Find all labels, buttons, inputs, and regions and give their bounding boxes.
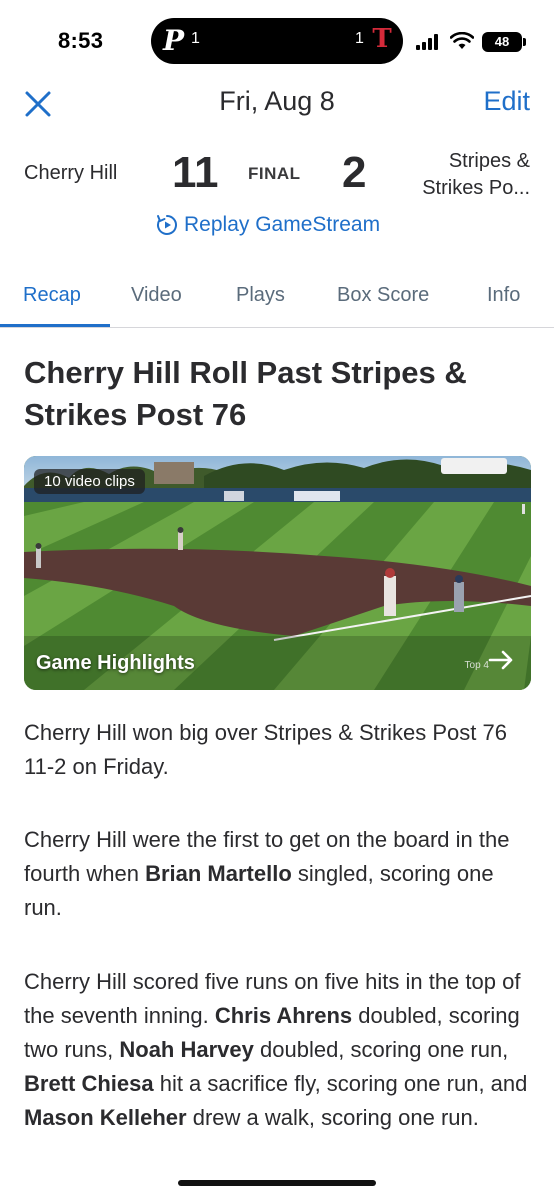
edit-button[interactable]: Edit	[483, 86, 530, 117]
arrow-right-icon	[488, 650, 513, 670]
replay-icon	[157, 215, 177, 235]
player-name[interactable]: Mason Kelleher	[24, 1105, 187, 1130]
video-highlights-card[interactable]: 10 video clips Top 4 Game Highlights	[24, 456, 531, 690]
paragraph-text: hit a sacrifice fly, scoring one run, an…	[153, 1071, 528, 1096]
paragraph-text: doubled, scoring one run,	[253, 1037, 509, 1062]
rangers-logo-icon: T	[372, 24, 392, 54]
scoreboard: Cherry Hill 11 FINAL 2 Stripes & Strikes…	[0, 140, 554, 210]
tab-info[interactable]: Info	[487, 284, 520, 307]
replay-gamestream-button[interactable]: Replay GameStream	[156, 210, 380, 240]
player-name[interactable]: Brett Chiesa	[24, 1071, 154, 1096]
cellular-signal-icon	[416, 34, 442, 50]
away-score: 2	[342, 148, 367, 197]
player-name[interactable]: Chris Ahrens	[215, 1003, 352, 1028]
video-scorebug	[441, 458, 507, 474]
status-time: 8:53	[58, 28, 104, 53]
active-tab-indicator	[0, 324, 110, 327]
home-indicator[interactable]	[178, 1180, 376, 1186]
player-name[interactable]: Noah Harvey	[119, 1037, 254, 1062]
phillies-logo-icon: P	[163, 24, 185, 57]
away-team-line1: Stripes &	[448, 150, 530, 172]
home-score: 11	[172, 148, 219, 197]
game-status: FINAL	[248, 164, 301, 183]
dynamic-island-live-activity[interactable]: P 1 1 T	[151, 18, 403, 64]
paragraph-text: drew a walk, scoring one run.	[186, 1105, 479, 1130]
nav-header: Fri, Aug 8 Edit	[0, 80, 554, 130]
status-bar: 8:53 P 1 1 T 48	[0, 0, 554, 84]
tab-recap[interactable]: Recap	[23, 284, 81, 307]
video-title: Game Highlights	[36, 652, 195, 674]
away-team-name[interactable]: Stripes & Strikes Po...	[390, 148, 530, 202]
tab-plays[interactable]: Plays	[236, 284, 285, 307]
tab-bar: Recap Video Plays Box Score Info	[0, 272, 554, 328]
away-team-line2: Strikes Po...	[422, 177, 530, 199]
article-paragraph-2: Cherry Hill were the first to get on the…	[24, 823, 530, 925]
island-right-score: 1	[355, 30, 364, 47]
wifi-icon	[450, 32, 474, 49]
article-paragraph-3: Cherry Hill scored five runs on five hit…	[24, 965, 530, 1135]
article-headline: Cherry Hill Roll Past Stripes & Strikes …	[24, 355, 467, 432]
tab-box-score[interactable]: Box Score	[337, 284, 429, 307]
replay-label: Replay GameStream	[184, 213, 381, 236]
player-name[interactable]: Brian Martello	[145, 861, 292, 886]
tab-video[interactable]: Video	[131, 284, 182, 307]
island-left-score: 1	[191, 30, 200, 47]
article-paragraph-1: Cherry Hill won big over Stripes & Strik…	[24, 720, 507, 779]
page-title: Fri, Aug 8	[219, 86, 335, 116]
status-indicators: 48	[416, 30, 526, 52]
home-team-name[interactable]: Cherry Hill	[24, 162, 117, 185]
video-inning-label: Top 4	[464, 660, 489, 671]
video-clips-badge: 10 video clips	[34, 469, 145, 494]
battery-indicator: 48	[482, 32, 526, 52]
